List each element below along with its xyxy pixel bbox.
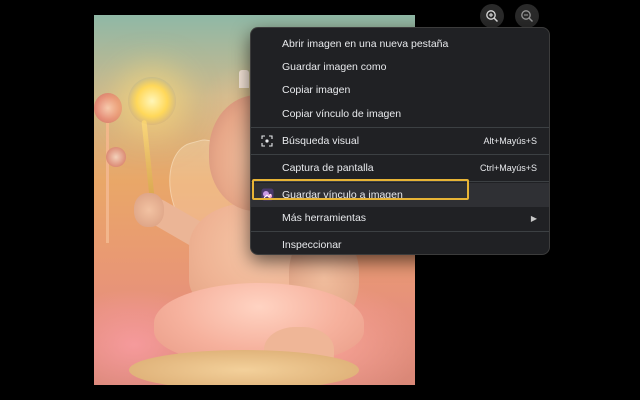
menu-item-visual-search[interactable]: Búsqueda visual Alt+Mayús+S: [251, 129, 549, 152]
menu-item-open-image-new-tab[interactable]: Abrir imagen en una nueva pestaña: [251, 32, 549, 55]
shortcut-label: Ctrl+Mayús+S: [479, 162, 537, 173]
zoom-out-button[interactable]: [515, 4, 539, 28]
menu-item-label: Guardar imagen como: [282, 61, 387, 74]
tiara: [239, 70, 249, 88]
menu-item-more-tools[interactable]: Más herramientas ▶: [251, 207, 549, 230]
menu-divider: [251, 231, 549, 233]
image-viewer: Abrir imagen en una nueva pestaña Guarda…: [0, 0, 640, 400]
menu-item-copy-image-link[interactable]: Copiar vínculo de imagen: [251, 102, 549, 125]
menu-item-screenshot[interactable]: Captura de pantalla Ctrl+Mayús+S: [251, 156, 549, 179]
lollipop-stick: [106, 123, 109, 243]
baby-hand: [134, 193, 164, 227]
menu-item-label: Más herramientas: [282, 212, 367, 225]
menu-item-label: Copiar imagen: [282, 84, 351, 97]
menu-item-label: Abrir imagen en una nueva pestaña: [282, 37, 449, 50]
menu-item-save-image-as[interactable]: Guardar imagen como: [251, 55, 549, 78]
menu-item-label: Búsqueda visual: [282, 134, 360, 147]
zoom-in-icon: [486, 10, 499, 23]
menu-item-label: Inspeccionar: [282, 239, 342, 252]
lollipop-decoration: [106, 147, 126, 167]
menu-item-save-image-link[interactable]: Guardar vínculo a imagen: [251, 183, 549, 207]
extension-icon: [260, 188, 274, 202]
menu-item-label: Guardar vínculo a imagen: [282, 188, 403, 201]
lollipop-decoration: [94, 93, 122, 123]
menu-item-copy-image[interactable]: Copiar imagen: [251, 79, 549, 102]
cake-base: [129, 350, 359, 385]
menu-item-label: Copiar vínculo de imagen: [282, 107, 402, 120]
menu-divider: [251, 126, 549, 128]
visual-search-icon: [260, 134, 274, 148]
context-menu: Abrir imagen en una nueva pestaña Guarda…: [250, 27, 550, 255]
menu-item-label: Captura de pantalla: [282, 161, 374, 174]
zoom-in-button[interactable]: [480, 4, 504, 28]
wand-star: [128, 77, 176, 125]
shortcut-label: Alt+Mayús+S: [483, 135, 537, 146]
menu-item-inspect[interactable]: Inspeccionar: [251, 234, 549, 257]
chevron-right-icon: ▶: [530, 213, 537, 223]
zoom-out-icon: [521, 10, 534, 23]
menu-divider: [251, 180, 549, 182]
menu-divider: [251, 153, 549, 155]
